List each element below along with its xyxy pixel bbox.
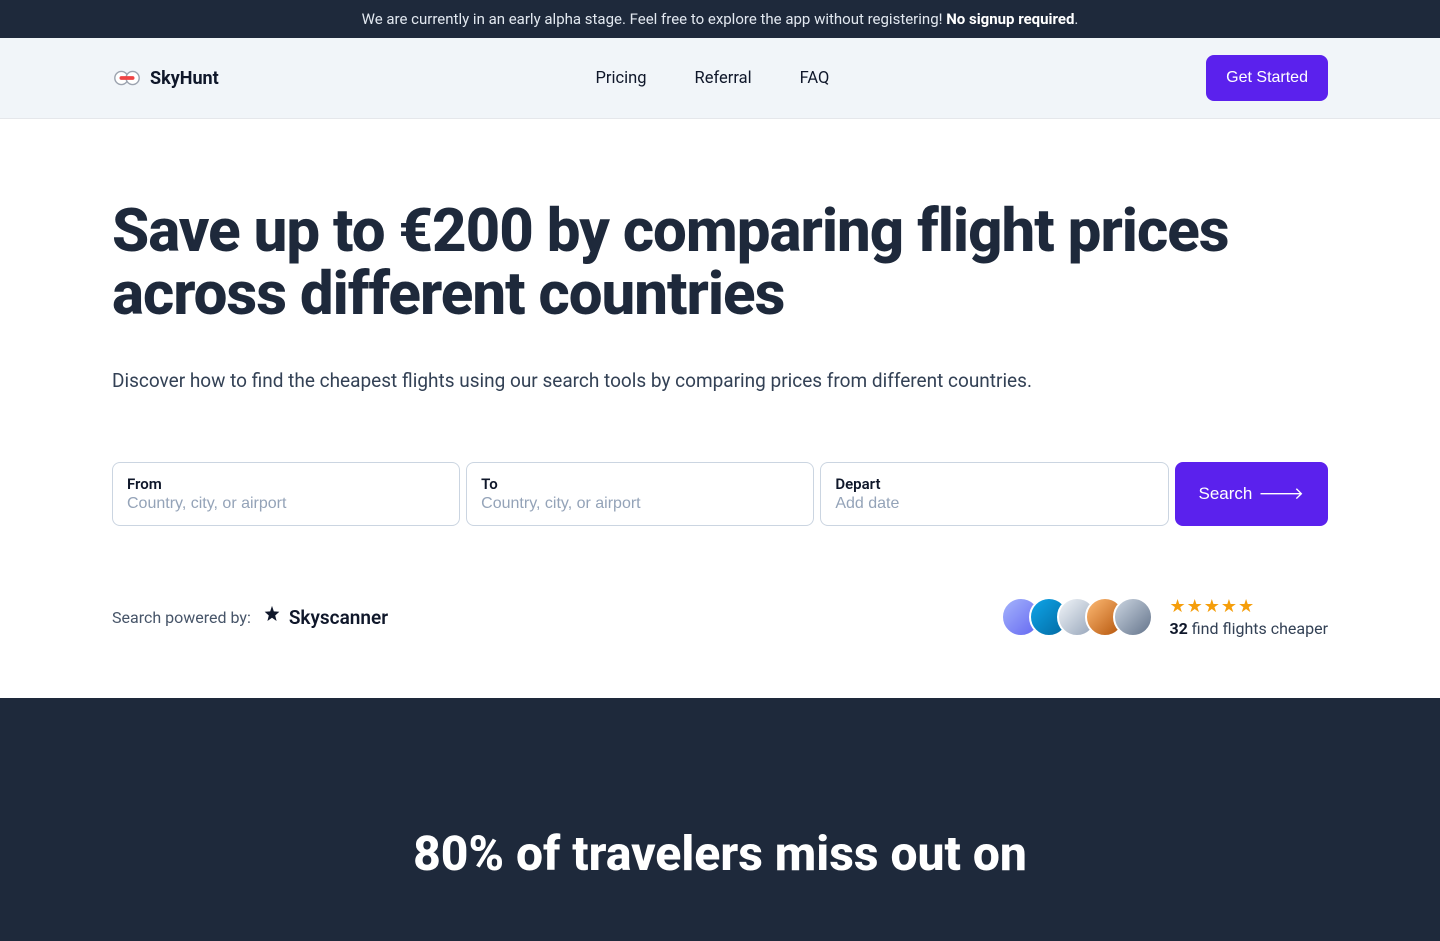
nav-faq[interactable]: FAQ (800, 69, 830, 88)
powered-by: Search powered by: Skyscanner (112, 604, 388, 631)
search-button[interactable]: Search 🡒 (1175, 462, 1328, 526)
hero: Save up to €200 by comparing flight pric… (112, 119, 1328, 698)
proof-row: Search powered by: Skyscanner ★★★★★ 32 f… (112, 596, 1328, 638)
value-prop-section: 80% of travelers miss out on (0, 698, 1440, 941)
provider-name: Skyscanner (289, 606, 388, 629)
star-rating-icon: ★★★★★ (1169, 596, 1328, 617)
value-prop-heading: 80% of travelers miss out on (320, 828, 1120, 881)
rating-suffix: find flights cheaper (1188, 619, 1328, 638)
search-arrow-icon: 🡒 (1258, 484, 1304, 504)
depart-input[interactable] (835, 495, 1153, 513)
banner-strong: No signup required (946, 10, 1074, 28)
nav-referral[interactable]: Referral (695, 69, 752, 88)
from-label: From (127, 475, 445, 493)
social-proof: ★★★★★ 32 find flights cheaper (1001, 596, 1328, 638)
banner-tail: . (1074, 10, 1078, 28)
brand[interactable]: SkyHunt (112, 68, 219, 89)
rating-block: ★★★★★ 32 find flights cheaper (1169, 596, 1328, 638)
hero-title: Save up to €200 by comparing flight pric… (112, 199, 1328, 325)
flight-search: From To Depart Search 🡒 (112, 462, 1328, 526)
from-field[interactable]: From (112, 462, 460, 526)
primary-nav: Pricing Referral FAQ (596, 69, 830, 88)
user-avatars (1001, 597, 1153, 637)
brand-logo-icon (112, 68, 142, 88)
brand-name: SkyHunt (150, 68, 219, 89)
avatar (1113, 597, 1153, 637)
depart-label: Depart (835, 475, 1153, 493)
depart-field[interactable]: Depart (820, 462, 1168, 526)
get-started-button[interactable]: Get Started (1206, 55, 1328, 101)
rating-count: 32 (1169, 619, 1187, 638)
rating-text: 32 find flights cheaper (1169, 619, 1328, 638)
hero-subtitle: Discover how to find the cheapest flight… (112, 369, 1328, 392)
powered-by-label: Search powered by: (112, 608, 251, 627)
provider-logo: Skyscanner (261, 604, 388, 631)
site-header: SkyHunt Pricing Referral FAQ Get Started (0, 38, 1440, 119)
to-label: To (481, 475, 799, 493)
to-field[interactable]: To (466, 462, 814, 526)
banner-text: We are currently in an early alpha stage… (362, 10, 947, 28)
search-button-label: Search (1199, 484, 1253, 504)
skyscanner-icon (261, 604, 283, 631)
from-input[interactable] (127, 495, 445, 513)
nav-pricing[interactable]: Pricing (596, 69, 647, 88)
alpha-banner: We are currently in an early alpha stage… (0, 0, 1440, 38)
to-input[interactable] (481, 495, 799, 513)
